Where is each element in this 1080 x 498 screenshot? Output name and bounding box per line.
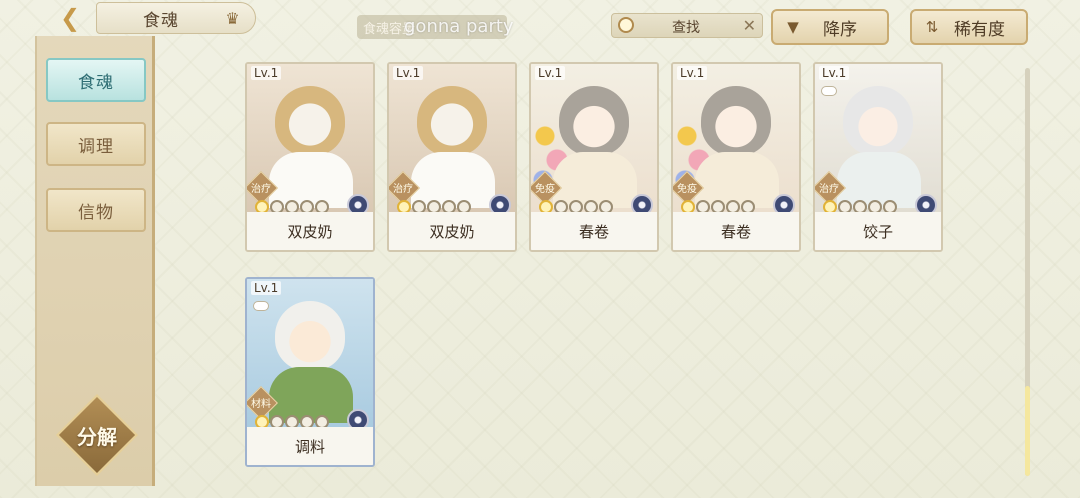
decompose-button[interactable]: 分解 xyxy=(55,393,139,477)
lock-toggle-icon[interactable] xyxy=(253,301,269,311)
lock-toggle-icon[interactable] xyxy=(821,86,837,96)
search-input[interactable]: 查找 ✕ xyxy=(611,13,763,38)
character-head xyxy=(275,301,345,371)
level-label: Lv.1 xyxy=(251,66,282,80)
character-head xyxy=(417,86,487,156)
sidebar-tab-label: 食魂 xyxy=(78,72,114,93)
food-soul-card[interactable]: Lv.1 治疗 双皮奶 xyxy=(387,62,517,252)
level-label: Lv.1 xyxy=(535,66,566,80)
scrollbar[interactable] xyxy=(1025,68,1030,476)
sort-descending-button[interactable]: ▼ 降序 xyxy=(771,9,889,45)
level-label: Lv.1 xyxy=(819,66,850,80)
scrollbar-thumb[interactable] xyxy=(1025,386,1030,476)
food-soul-card[interactable]: Lv.1 治疗 双皮奶 xyxy=(245,62,375,252)
level-label: Lv.1 xyxy=(251,281,282,295)
type-label: 治疗 xyxy=(393,184,413,195)
character-head xyxy=(275,86,345,156)
sidebar-tab-label: 调理 xyxy=(78,136,114,157)
watermark-text: gonna party xyxy=(404,16,514,37)
sort-rarity-button[interactable]: ⇅ 稀有度 xyxy=(910,9,1028,45)
decompose-label: 分解 xyxy=(77,424,117,449)
food-soul-card[interactable]: Lv.1 治疗 饺子 xyxy=(813,62,943,252)
type-label: 材料 xyxy=(251,399,271,410)
food-soul-card[interactable]: Lv.1 材料 调料 xyxy=(245,277,375,467)
sidebar-tab-tokens[interactable]: 信物 xyxy=(46,188,146,232)
sort-toggle-icon: ⇅ xyxy=(925,18,939,36)
level-label: Lv.1 xyxy=(393,66,424,80)
search-icon xyxy=(618,17,634,33)
character-head xyxy=(701,86,771,156)
food-soul-card[interactable]: Lv.1 免疫 春卷 xyxy=(529,62,659,252)
card-name: 双皮奶 xyxy=(247,212,373,250)
character-head xyxy=(843,86,913,156)
level-label: Lv.1 xyxy=(677,66,708,80)
sort-down-icon: ▼ xyxy=(787,18,799,36)
back-arrow-icon[interactable]: ❮ xyxy=(50,2,90,34)
page-title: 食魂 ♛ xyxy=(96,2,256,34)
card-name: 双皮奶 xyxy=(389,212,515,250)
sidebar-tab-cooking[interactable]: 调理 xyxy=(46,122,146,166)
card-name: 春卷 xyxy=(673,212,799,250)
type-label: 免疫 xyxy=(535,184,555,195)
type-label: 治疗 xyxy=(819,184,839,195)
card-name: 调料 xyxy=(247,427,373,465)
sidebar-tab-label: 信物 xyxy=(78,202,114,223)
character-head xyxy=(559,86,629,156)
sidebar-tab-food-souls[interactable]: 食魂 xyxy=(46,58,146,102)
sort-rarity-label: 稀有度 xyxy=(954,19,1005,40)
type-label: 治疗 xyxy=(251,184,271,195)
food-soul-card[interactable]: Lv.1 免疫 春卷 xyxy=(671,62,801,252)
sort-descending-label: 降序 xyxy=(823,19,857,40)
card-name: 春卷 xyxy=(531,212,657,250)
search-label: 查找 xyxy=(672,20,700,36)
card-name: 饺子 xyxy=(815,212,941,250)
type-label: 免疫 xyxy=(677,184,697,195)
close-icon[interactable]: ✕ xyxy=(743,16,756,35)
page-title-text: 食魂 xyxy=(143,10,179,31)
crown-icon[interactable]: ♛ xyxy=(223,9,243,29)
